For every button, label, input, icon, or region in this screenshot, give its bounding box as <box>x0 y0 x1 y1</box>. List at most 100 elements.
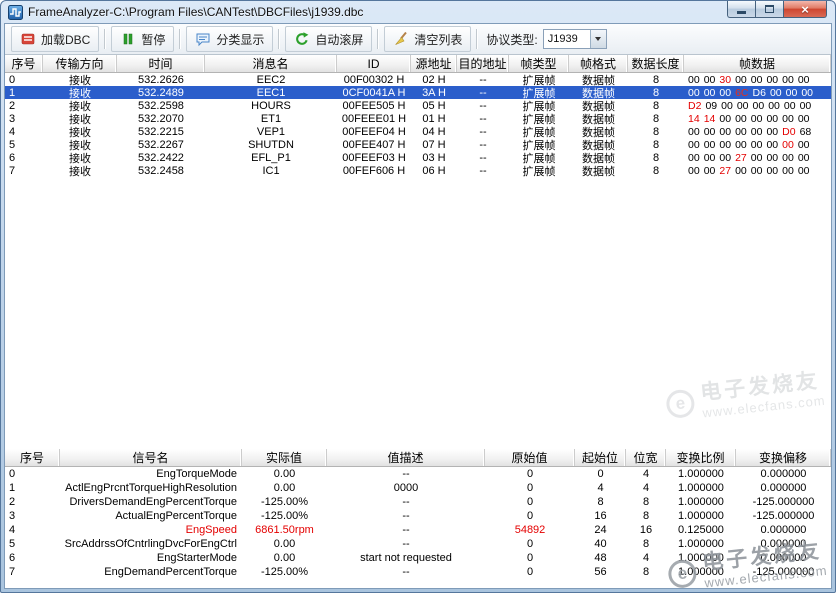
frame-cell-id: 0CF0041A H <box>337 86 411 99</box>
signal-row[interactable]: 0EngTorqueMode0.00--0041.0000000.000000 <box>5 467 831 481</box>
frame-cell-source: 01 H <box>411 112 457 125</box>
clear-list-button[interactable]: 清空列表 <box>384 26 471 52</box>
frame-cell-direction: 接收 <box>43 86 117 99</box>
signal-col-header[interactable]: 起始位 <box>575 449 626 466</box>
pause-button[interactable]: 暂停 <box>111 26 174 52</box>
frame-cell-frame_format: 数据帧 <box>569 73 628 86</box>
frame-cell-direction: 接收 <box>43 151 117 164</box>
frame-cell-length: 8 <box>628 125 684 138</box>
signal-cell-no: 7 <box>5 565 60 579</box>
frame-table-header: 序号传输方向时间消息名ID源地址目的地址帧类型帧格式数据长度帧数据 <box>5 55 831 73</box>
signal-cell-actual: -125.00% <box>242 495 327 509</box>
load-dbc-button[interactable]: 加载DBC <box>11 26 99 52</box>
frame-cell-time: 532.2489 <box>117 86 205 99</box>
frame-col-header[interactable]: 帧数据 <box>684 55 831 72</box>
frame-row[interactable]: 1接收532.2489EEC10CF0041A H3A H--扩展帧数据帧800… <box>5 86 831 99</box>
signal-cell-raw: 0 <box>485 467 575 481</box>
frame-row[interactable]: 7接收532.2458IC100FEF606 H06 H--扩展帧数据帧8000… <box>5 164 831 177</box>
signal-cell-desc: -- <box>327 523 485 537</box>
frame-cell-frame_type: 扩展帧 <box>509 164 569 177</box>
frame-cell-no: 1 <box>5 86 43 99</box>
signal-col-header[interactable]: 序号 <box>5 449 60 466</box>
signal-cell-name: ActlEngPrcntTorqueHighResolution <box>60 481 242 495</box>
frame-cell-no: 2 <box>5 99 43 112</box>
minimize-button[interactable] <box>727 1 755 18</box>
close-button[interactable]: × <box>783 1 827 18</box>
frame-row[interactable]: 2接收532.2598HOURS00FEE505 H05 H--扩展帧数据帧8D… <box>5 99 831 112</box>
signal-cell-desc: -- <box>327 467 485 481</box>
frame-col-header[interactable]: 消息名 <box>205 55 337 72</box>
frame-cell-time: 532.2070 <box>117 112 205 125</box>
frame-col-header[interactable]: 目的地址 <box>457 55 509 72</box>
signal-row[interactable]: 1ActlEngPrcntTorqueHighResolution 0.00000… <box>5 481 831 495</box>
signal-row[interactable]: 5SrcAddrssOfCntrlingDvcForEngCtrl0.00--0… <box>5 537 831 551</box>
maximize-icon <box>765 5 774 13</box>
frame-cell-time: 532.2458 <box>117 164 205 177</box>
signal-cell-no: 1 <box>5 481 60 495</box>
frame-col-header[interactable]: 数据长度 <box>628 55 684 72</box>
frame-data-bytes: 0000300000000000 <box>684 73 831 86</box>
frame-cell-dest: -- <box>457 125 509 138</box>
frame-col-header[interactable]: 序号 <box>5 55 43 72</box>
signal-cell-bit_width: 8 <box>626 565 666 579</box>
frame-cell-message: EEC2 <box>205 73 337 86</box>
frame-row[interactable]: 4接收532.2215VEP100FEEF04 H04 H--扩展帧数据帧800… <box>5 125 831 138</box>
frame-cell-length: 8 <box>628 164 684 177</box>
frame-cell-message: EEC1 <box>205 86 337 99</box>
signal-row[interactable]: 6EngStarterMode0.00start not requested04… <box>5 551 831 565</box>
signal-col-header[interactable]: 变换比例 <box>666 449 736 466</box>
signal-cell-raw: 0 <box>485 537 575 551</box>
frame-col-header[interactable]: 帧类型 <box>509 55 569 72</box>
frame-data-bytes: 0000002700000000 <box>684 151 831 164</box>
frame-row[interactable]: 0接收532.2626EEC200F00302 H02 H--扩展帧数据帧800… <box>5 73 831 86</box>
app-window: FrameAnalyzer-C:\Program Files\CANTest\D… <box>0 0 836 593</box>
signal-col-header[interactable]: 原始值 <box>485 449 575 466</box>
frame-col-header[interactable]: 传输方向 <box>43 55 117 72</box>
frame-row[interactable]: 3接收532.2070ET100FEEE01 H01 H--扩展帧数据帧8141… <box>5 112 831 125</box>
signal-col-header[interactable]: 位宽 <box>626 449 666 466</box>
frame-cell-source: 07 H <box>411 138 457 151</box>
signal-cell-actual: 0.00 <box>242 537 327 551</box>
classified-display-button[interactable]: 分类显示 <box>186 26 273 52</box>
frame-cell-length: 8 <box>628 86 684 99</box>
signal-col-header[interactable]: 实际值 <box>242 449 327 466</box>
frame-cell-frame_format: 数据帧 <box>569 125 628 138</box>
signal-cell-start_bit: 8 <box>575 495 626 509</box>
signal-cell-raw: 0 <box>485 551 575 565</box>
frame-cell-frame_type: 扩展帧 <box>509 138 569 151</box>
toolbar-separator <box>278 29 280 49</box>
protocol-type-select[interactable]: J1939 <box>543 29 607 49</box>
signal-cell-offset: 0.000000 <box>736 481 831 495</box>
signal-cell-bit_width: 16 <box>626 523 666 537</box>
signal-cell-scale: 0.125000 <box>666 523 736 537</box>
frame-cell-id: 00FEEF03 H <box>337 151 411 164</box>
frame-col-header[interactable]: 源地址 <box>411 55 457 72</box>
frame-col-header[interactable]: 时间 <box>117 55 205 72</box>
signal-cell-start_bit: 24 <box>575 523 626 537</box>
signal-row[interactable]: 2DriversDemandEngPercentTorque-125.00%--… <box>5 495 831 509</box>
signal-cell-name: DriversDemandEngPercentTorque <box>60 495 242 509</box>
chevron-down-icon[interactable] <box>590 30 606 48</box>
frame-col-header[interactable]: 帧格式 <box>569 55 628 72</box>
signal-cell-name: EngSpeed <box>60 523 242 537</box>
toolbar-separator <box>104 29 106 49</box>
signal-row[interactable]: 7EngDemandPercentTorque-125.00%--05681.0… <box>5 565 831 579</box>
list-area: 序号传输方向时间消息名ID源地址目的地址帧类型帧格式数据长度帧数据 0接收532… <box>5 55 831 588</box>
frame-row[interactable]: 6接收532.2422EFL_P100FEEF03 H03 H--扩展帧数据帧8… <box>5 151 831 164</box>
auto-scroll-button[interactable]: 自动滚屏 <box>285 26 372 52</box>
signal-cell-start_bit: 48 <box>575 551 626 565</box>
frame-row[interactable]: 5接收532.2267SHUTDN00FEE407 H07 H--扩展帧数据帧8… <box>5 138 831 151</box>
frame-cell-direction: 接收 <box>43 112 117 125</box>
signal-col-header[interactable]: 信号名 <box>60 449 242 466</box>
signal-cell-desc: start not requested <box>327 551 485 565</box>
signal-row[interactable]: 3ActualEngPercentTorque-125.00%--01681.0… <box>5 509 831 523</box>
signal-row[interactable]: 4EngSpeed6861.50rpm--5489224160.1250000.… <box>5 523 831 537</box>
frame-col-header[interactable]: ID <box>337 55 411 72</box>
signal-col-header[interactable]: 变换偏移 <box>736 449 831 466</box>
frame-cell-id: 00FEE505 H <box>337 99 411 112</box>
signal-col-header[interactable]: 值描述 <box>327 449 485 466</box>
signal-cell-offset: 0.000000 <box>736 537 831 551</box>
maximize-button[interactable] <box>755 1 783 18</box>
signal-cell-desc: -- <box>327 537 485 551</box>
frame-data-bytes: 1414000000000000 <box>684 112 831 125</box>
